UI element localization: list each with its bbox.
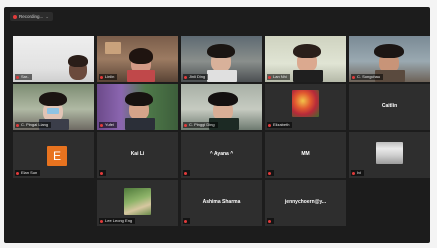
participant-name: C. Pingai Liang <box>15 122 52 128</box>
muted-indicator <box>99 170 106 176</box>
muted-mic-icon <box>268 123 271 127</box>
participant-name: Linlin <box>99 74 118 80</box>
meeting-window: Recording... ⌄ Sar.. Linlin Jinli Ding L… <box>4 7 430 243</box>
recording-label: Recording... <box>19 14 44 19</box>
participant-tile[interactable]: C. Songchau <box>349 36 430 82</box>
participant-tile[interactable]: Jinli Ding <box>181 36 262 82</box>
muted-mic-icon <box>352 171 355 175</box>
profile-picture <box>376 142 403 164</box>
participant-tile[interactable]: Caitlin <box>349 84 430 130</box>
participant-name: Sar.. <box>15 74 33 80</box>
participant-tile[interactable]: Ashima Sharma <box>181 180 262 226</box>
participant-display-name: ^ Ayana ^ <box>209 151 234 157</box>
participant-tile[interactable]: Sar.. <box>13 36 94 82</box>
muted-indicator <box>267 170 274 176</box>
muted-mic-icon <box>268 75 271 79</box>
participant-tile[interactable]: MM <box>265 132 346 178</box>
participant-tile[interactable]: ^ Ayana ^ <box>181 132 262 178</box>
participant-tile-active-speaker[interactable]: Lan Nhi <box>265 36 346 82</box>
participant-display-name: Kai Li <box>130 151 145 157</box>
muted-mic-icon <box>100 171 103 175</box>
muted-mic-icon <box>184 123 187 127</box>
participant-name: Lee Leong Eng <box>99 218 136 224</box>
participant-name: Jinli Ding <box>183 74 209 80</box>
muted-mic-icon <box>100 123 103 127</box>
muted-indicator <box>183 218 190 224</box>
participant-name: Elan Sun <box>15 170 41 176</box>
participant-name: Elizabeth <box>267 122 293 128</box>
muted-indicator <box>183 170 190 176</box>
participant-tile[interactable]: jennychoern@y... <box>265 180 346 226</box>
profile-picture <box>124 188 151 215</box>
record-icon <box>13 14 17 19</box>
participant-tile[interactable]: C. Pinggi Ding <box>181 84 262 130</box>
participant-name: C. Songchau <box>351 74 384 80</box>
muted-mic-icon <box>16 75 19 79</box>
participant-name: C. Pinggi Ding <box>183 122 218 128</box>
muted-mic-icon <box>100 219 103 223</box>
participant-display-name: MM <box>301 151 310 157</box>
avatar-initial: E <box>47 146 67 166</box>
participant-tile[interactable]: Elizabeth <box>265 84 346 130</box>
profile-picture <box>292 90 319 117</box>
participant-name: Yufei <box>99 122 117 128</box>
muted-mic-icon <box>184 219 187 223</box>
muted-mic-icon <box>16 123 19 127</box>
participant-tile[interactable]: Linlin <box>97 36 178 82</box>
participant-tile[interactable]: E Elan Sun <box>13 132 94 178</box>
participant-name: Ivi <box>351 170 364 176</box>
participant-tile[interactable]: Kai Li <box>97 132 178 178</box>
participant-tile[interactable]: C. Pingai Liang <box>13 84 94 130</box>
participant-tile[interactable]: Ivi <box>349 132 430 178</box>
muted-indicator <box>267 218 274 224</box>
participant-display-name: Caitlin <box>381 103 398 109</box>
muted-mic-icon <box>352 75 355 79</box>
muted-mic-icon <box>16 171 19 175</box>
participant-tile[interactable]: Yufei <box>97 84 178 130</box>
recording-indicator[interactable]: Recording... ⌄ <box>10 12 54 21</box>
muted-mic-icon <box>268 171 271 175</box>
participant-display-name: Ashima Sharma <box>202 199 241 205</box>
participant-tile[interactable]: Lee Leong Eng <box>97 180 178 226</box>
participant-name: Lan Nhi <box>267 74 290 80</box>
chevron-down-icon: ⌄ <box>45 13 50 19</box>
muted-mic-icon <box>184 171 187 175</box>
participant-display-name: jennychoern@y... <box>284 199 327 205</box>
muted-mic-icon <box>268 219 271 223</box>
muted-mic-icon <box>100 75 103 79</box>
muted-mic-icon <box>184 75 187 79</box>
